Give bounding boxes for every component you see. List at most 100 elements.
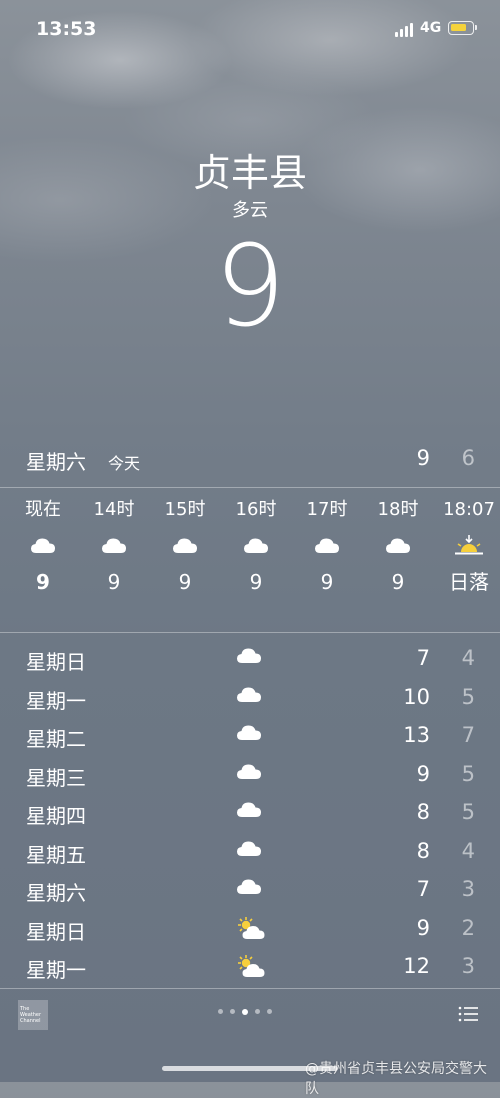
daily-weekday: 星期六 [26,881,86,905]
cloud-icon [236,646,266,672]
daily-weekday: 星期一 [26,958,86,982]
daily-low: 2 [461,915,475,940]
hourly-item: 18时 9 [363,490,433,596]
hour-label: 18时 [377,499,419,520]
cloud-icon [150,522,220,568]
hourly-item: 14时 9 [79,490,149,596]
hourly-item: 18:07 日落 [434,490,500,596]
hour-label: 14时 [93,499,135,520]
page-dot[interactable] [242,1009,248,1015]
daily-row: 星期五 8 4 [0,833,500,871]
hour-temperature: 日落 [449,570,489,594]
cloud-icon [236,877,266,903]
current-temperature: 9 [214,222,286,352]
divider [0,632,500,633]
hourly-item: 16时 9 [221,490,291,596]
daily-row: 星期四 8 5 [0,794,500,832]
home-indicator[interactable] [162,1066,338,1071]
cloud-icon [79,522,149,568]
daily-row: 星期一 10 5 [0,679,500,717]
hour-temperature: 9 [320,570,334,594]
cloud-icon [236,800,266,826]
hour-label: 现在 [25,499,61,520]
daily-row: 星期三 9 5 [0,756,500,794]
divider [0,487,500,488]
signal-icon [395,23,413,37]
cloud-icon [8,522,78,568]
cloud-icon [292,522,362,568]
cloud-icon [221,522,291,568]
status-bar: 13:53 4G [0,0,500,60]
daily-weekday: 星期日 [26,919,86,944]
hour-label: 15时 [164,499,206,520]
divider [0,988,500,989]
daily-row: 星期六 7 3 [0,871,500,909]
page-indicator[interactable] [218,1009,272,1019]
page-dot[interactable] [218,1009,223,1014]
daily-high: 12 [403,954,430,978]
daily-weekday: 星期日 [26,650,86,674]
page-dot[interactable] [230,1009,235,1014]
daily-row: 星期一 12 3 [0,948,500,986]
today-summary: 星期六 今天 9 6 [0,440,500,480]
today-high: 9 [416,446,430,470]
daily-low: 3 [461,954,475,978]
hour-temperature: 9 [249,570,263,594]
daily-high: 8 [416,800,430,824]
hour-label: 17时 [306,499,348,520]
daily-weekday: 星期一 [26,688,86,713]
weather-channel-logo[interactable]: The Weather Channel [18,1000,48,1030]
hour-label: 18:07 [443,499,495,520]
daily-low: 4 [461,646,475,670]
daily-low: 4 [461,838,475,863]
cloud-icon [236,762,266,788]
status-time: 13:53 [36,18,97,40]
hour-temperature: 9 [107,570,121,594]
hourly-item: 15时 9 [150,490,220,596]
daily-high: 8 [416,838,430,863]
daily-weekday: 星期四 [26,804,86,828]
weather-condition: 多云 [232,200,268,221]
today-low: 6 [461,446,475,470]
hourly-item: 现在 9 [8,490,78,596]
page-dot[interactable] [255,1009,260,1014]
hourly-item: 17时 9 [292,490,362,596]
daily-row: 星期日 7 4 [0,640,500,678]
daily-weekday: 星期五 [26,842,86,867]
watermark-text: @贵州省贞丰县公安局交警大队 [305,1061,487,1097]
daily-low: 5 [461,684,475,709]
city-name: 贞丰县 [192,151,307,195]
daily-low: 3 [461,877,475,901]
daily-high: 10 [403,684,430,709]
footer-bar: The Weather Channel [0,995,500,1045]
daily-high: 9 [416,915,430,940]
partly-sunny-icon [236,954,266,980]
daily-high: 7 [416,877,430,901]
daily-row: 星期日 9 2 [0,910,500,948]
cloud-icon [363,522,433,568]
hour-temperature: 9 [391,570,405,594]
network-type: 4G [420,20,442,36]
daily-weekday: 星期二 [26,727,86,751]
page-dot[interactable] [267,1009,272,1014]
battery-icon [448,21,477,35]
today-label: 今天 [108,454,141,473]
daily-high: 13 [403,723,430,747]
hour-temperature: 9 [36,570,50,594]
cloud-icon [236,839,266,865]
list-icon[interactable] [458,1006,478,1022]
hour-temperature: 9 [178,570,192,594]
partly-sunny-icon [236,916,266,942]
daily-low: 5 [461,800,475,824]
hour-label: 16时 [235,499,277,520]
hourly-forecast[interactable]: 现在 9 14时 9 15时 9 16时 9 17时 9 18时 9 18:07 日落 [0,490,500,630]
cloud-icon [236,685,266,711]
daily-high: 7 [416,646,430,670]
daily-high: 9 [416,761,430,786]
today-weekday: 星期六 [26,450,86,474]
daily-row: 星期二 13 7 [0,717,500,755]
daily-low: 5 [461,761,475,786]
cloud-icon [236,723,266,749]
daily-weekday: 星期三 [26,765,86,790]
daily-low: 7 [461,723,475,747]
